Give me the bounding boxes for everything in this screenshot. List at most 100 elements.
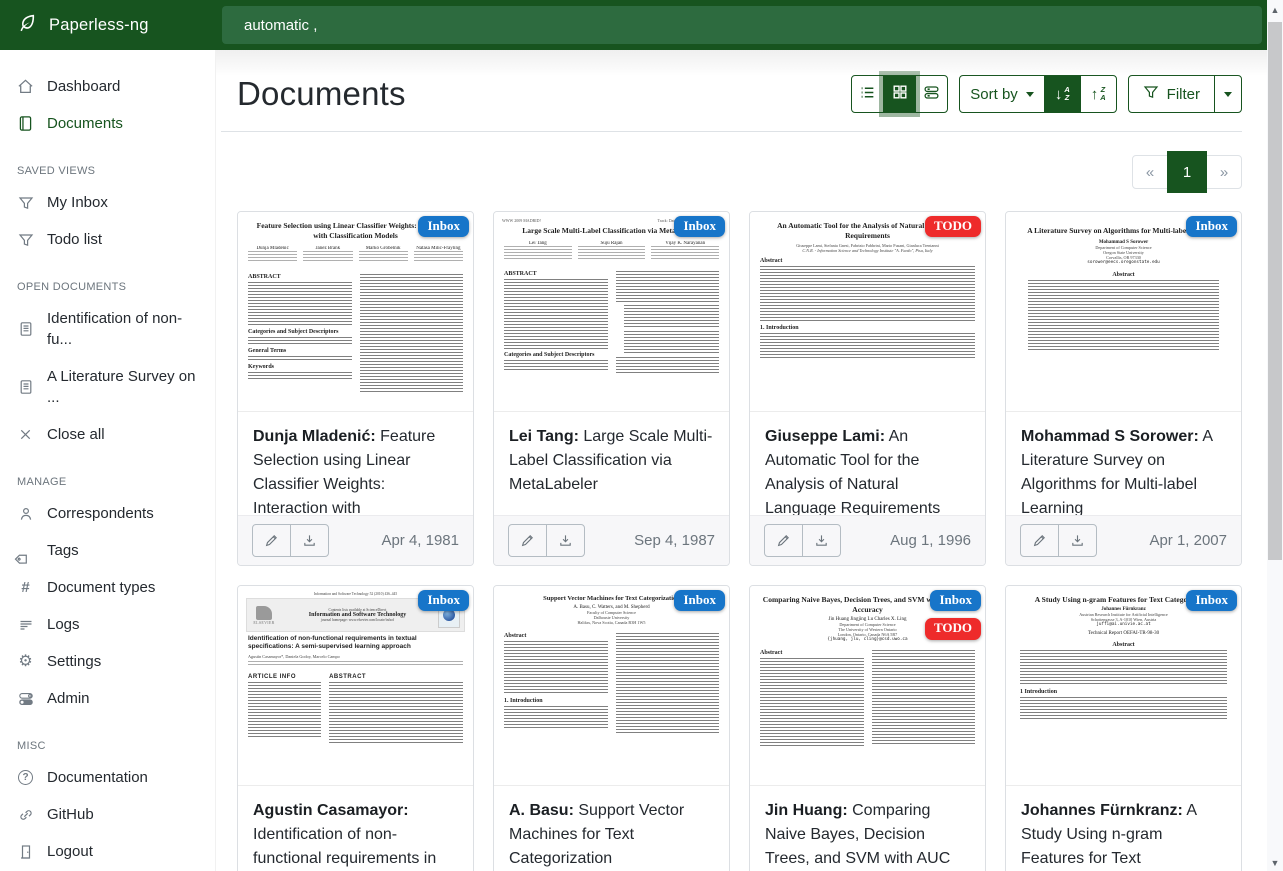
document-title-link[interactable]: A. Basu: Support Vector Machines for Tex… — [494, 786, 729, 871]
document-date: Sep 4, 1987 — [634, 532, 715, 549]
edit-document-button[interactable] — [252, 524, 291, 557]
sort-asc-icon: ↓AZ — [1055, 86, 1070, 102]
top-bar: Paperless-ng — [0, 0, 1267, 50]
document-thumbnail[interactable]: Comparing Naive Bayes, Decision Trees, a… — [750, 586, 985, 786]
sidebar-item-label: Documentation — [47, 767, 148, 788]
document-thumbnail[interactable]: A Literature Survey on Algorithms for Mu… — [1006, 212, 1241, 412]
filter-caret-button[interactable] — [1214, 75, 1242, 113]
filter-button[interactable]: Filter — [1128, 75, 1215, 113]
sidebar-item-correspondents[interactable]: Correspondents — [0, 495, 215, 532]
edit-document-button[interactable] — [508, 524, 547, 557]
tag-badge-inbox[interactable]: Inbox — [418, 590, 469, 611]
thumb-section: 1. Introduction — [760, 325, 975, 331]
sidebar-item-tags[interactable]: Tags — [0, 532, 215, 569]
sidebar-item-logout[interactable]: Logout — [0, 833, 215, 870]
download-document-button[interactable] — [802, 524, 841, 557]
edit-document-button[interactable] — [764, 524, 803, 557]
document-card: An Automatic Tool for the Analysis of Na… — [749, 211, 986, 566]
page-title: Documents — [237, 75, 406, 113]
documents-icon — [17, 115, 34, 132]
tag-badge-todo[interactable]: TODO — [925, 216, 981, 237]
thumb-section: ABSTRACT — [248, 274, 352, 280]
sort-group: Sort by ↓AZ ↑ZA — [959, 75, 1116, 113]
document-card: Support Vector Machines for Text Categor… — [493, 585, 730, 871]
download-icon — [814, 533, 829, 548]
document-thumbnail[interactable]: WWW 2009 MADRID! Track: Data Mining / Se… — [494, 212, 729, 412]
thumb-authors-line: Agustín Casamayor*, Daniela Godoy, Marce… — [238, 654, 473, 659]
sidebar-item-document-types[interactable]: # Document types — [0, 569, 215, 606]
sidebar-item-label: Identification of non-fu... — [47, 308, 198, 350]
document-thumbnail[interactable]: A Study Using n-gram Features for Text C… — [1006, 586, 1241, 786]
document-title-link[interactable]: Lei Tang: Large Scale Multi-Label Classi… — [494, 412, 729, 515]
sidebar-item-logs[interactable]: Logs — [0, 606, 215, 643]
vertical-scrollbar: ▲ ▼ — [1267, 0, 1283, 871]
document-correspondent: Giuseppe Lami: — [765, 428, 885, 445]
scrollbar-thumb[interactable] — [1268, 22, 1282, 560]
sidebar-item-dashboard[interactable]: Dashboard — [0, 68, 215, 105]
tag-badge-inbox[interactable]: Inbox — [674, 590, 725, 611]
search-input[interactable] — [222, 6, 1262, 44]
sidebar-item-label: Logout — [47, 841, 93, 862]
sidebar-item-documents[interactable]: Documents — [0, 105, 215, 142]
scroll-down-arrow[interactable]: ▼ — [1267, 855, 1283, 871]
sidebar-item-todo-list[interactable]: Todo list — [0, 221, 215, 258]
thumb-section: Abstract — [504, 633, 608, 639]
document-title-link[interactable]: Dunja Mladenić: Feature Selection using … — [238, 412, 473, 515]
pencil-icon — [520, 533, 535, 548]
document-thumbnail[interactable]: Information and Software Technology 52 (… — [238, 586, 473, 786]
sidebar-item-github[interactable]: GitHub — [0, 796, 215, 833]
sidebar-item-open-doc-1[interactable]: Identification of non-fu... — [0, 300, 215, 358]
download-document-button[interactable] — [290, 524, 329, 557]
pagination-page-1[interactable]: 1 — [1167, 151, 1207, 193]
thumb-email: juffi@ai.univie.ac.at — [1006, 622, 1241, 627]
grid-view-button[interactable] — [883, 75, 916, 113]
filter-group: Filter — [1128, 75, 1242, 113]
sidebar-item-open-doc-2[interactable]: A Literature Survey on ... — [0, 358, 215, 416]
grid-view-icon — [892, 84, 908, 104]
document-title-link[interactable]: Jin Huang: Comparing Naive Bayes, Decisi… — [750, 786, 985, 871]
tag-badge-inbox[interactable]: Inbox — [1186, 590, 1237, 611]
sidebar-section-manage: MANAGE Correspondents Tags # Document ty… — [0, 476, 215, 717]
edit-document-button[interactable] — [1020, 524, 1059, 557]
sidebar-item-label: Document types — [47, 577, 155, 598]
tag-badge-inbox[interactable]: Inbox — [418, 216, 469, 237]
pagination-prev-button[interactable]: « — [1132, 155, 1168, 189]
document-thumbnail[interactable]: Support Vector Machines for Text Categor… — [494, 586, 729, 786]
document-card: Feature Selection using Linear Classifie… — [237, 211, 474, 566]
sidebar-item-documentation[interactable]: ? Documentation — [0, 759, 215, 796]
tag-badge-inbox[interactable]: Inbox — [674, 216, 725, 237]
sort-ascending-button[interactable]: ↓AZ — [1044, 75, 1081, 113]
tag-badge-inbox[interactable]: Inbox — [930, 590, 981, 611]
sidebar-item-settings[interactable]: ⚙ Settings — [0, 643, 215, 680]
document-title-link[interactable]: Mohammad S Sorower: A Literature Survey … — [1006, 412, 1241, 515]
sidebar-item-close-all[interactable]: Close all — [0, 416, 215, 453]
document-thumbnail[interactable]: An Automatic Tool for the Analysis of Na… — [750, 212, 985, 412]
list-view-button[interactable] — [851, 75, 884, 113]
gear-icon: ⚙ — [17, 653, 34, 670]
detail-view-button[interactable] — [915, 75, 948, 113]
brand-link[interactable]: Paperless-ng — [0, 0, 216, 50]
sidebar-item-label: Todo list — [47, 229, 102, 250]
document-thumbnail[interactable]: Feature Selection using Linear Classifie… — [238, 212, 473, 412]
sort-descending-button[interactable]: ↑ZA — [1080, 75, 1117, 113]
sort-by-button[interactable]: Sort by — [959, 75, 1045, 113]
toolbar-divider — [221, 131, 1242, 132]
document-title-link[interactable]: Giuseppe Lami: An Automatic Tool for the… — [750, 412, 985, 515]
scroll-up-arrow[interactable]: ▲ — [1267, 2, 1283, 18]
sidebar-item-admin[interactable]: Admin — [0, 680, 215, 717]
tag-badge-inbox[interactable]: Inbox — [1186, 216, 1237, 237]
tag-badge-todo[interactable]: TODO — [925, 618, 981, 639]
close-icon — [17, 426, 34, 443]
document-title-link[interactable]: Johannes Fürnkranz: A Study Using n-gram… — [1006, 786, 1241, 871]
home-icon — [17, 78, 34, 95]
brand-title: Paperless-ng — [49, 16, 149, 35]
link-icon — [17, 806, 34, 823]
sidebar-item-my-inbox[interactable]: My Inbox — [0, 184, 215, 221]
document-title-link[interactable]: Agustin Casamayor: Identification of non… — [238, 786, 473, 871]
download-document-button[interactable] — [1058, 524, 1097, 557]
filter-icon — [17, 194, 34, 211]
download-document-button[interactable] — [546, 524, 585, 557]
sort-desc-icon: ↑ZA — [1091, 86, 1106, 102]
document-card: A Study Using n-gram Features for Text C… — [1005, 585, 1242, 871]
pagination-next-button[interactable]: » — [1206, 155, 1242, 189]
